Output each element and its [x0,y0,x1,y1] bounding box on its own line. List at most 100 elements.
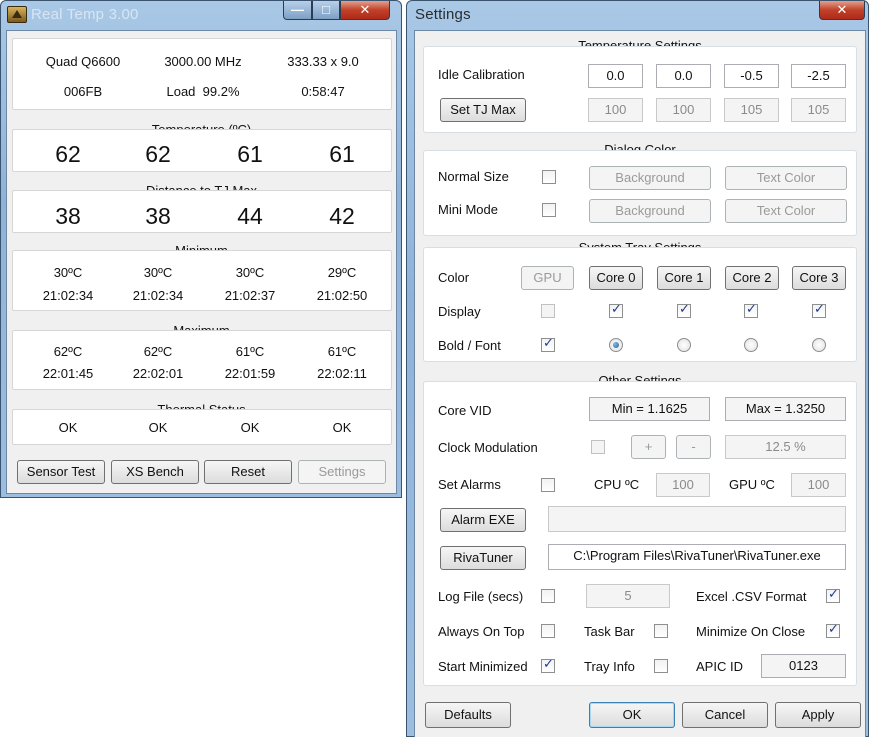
tray-display-core-2-checkbox[interactable] [744,302,758,318]
tray-gpu-button[interactable]: GPU [521,266,574,290]
settings-button[interactable]: Settings [298,460,386,484]
normal-background-button[interactable]: Background [589,166,711,190]
close-button[interactable]: ✕ [340,1,390,20]
clock-modulation-minus-button[interactable]: - [676,435,711,459]
maximum-panel: 62ºC 62ºC 61ºC 61ºC 22:01:45 22:02:01 22… [12,330,392,390]
tj-max-core-1: 100 [656,98,711,122]
settings-titlebar[interactable]: Settings ✕ [407,1,868,29]
cpu-info-panel: Quad Q6600 3000.00 MHz 333.33 x 9.0 006F… [12,38,392,110]
minimum-temp-core-3: 29ºC [327,265,357,280]
thermal-status-core-3: OK [332,420,352,435]
minimum-temp-core-0: 30ºC [53,265,83,280]
tray-display-core-1-checkbox[interactable] [677,302,691,318]
maximum-temp-core-0: 62ºC [53,344,83,359]
realtemp-titlebar[interactable]: Real Temp 3.00 — □ ✕ [1,1,401,29]
clock-modulation-checkbox[interactable] [591,440,605,454]
minimum-panel: 30ºC 30ºC 30ºC 29ºC 21:02:34 21:02:34 21… [12,250,392,311]
distance-panel: 38 38 44 42 [12,190,392,233]
tray-bold-font-checkbox[interactable] [541,336,555,352]
set-alarms-checkbox[interactable] [541,478,555,492]
idle-calibration-core-1[interactable]: 0.0 [656,64,711,88]
mini-text-color-button[interactable]: Text Color [725,199,847,223]
tj-max-core-3: 105 [791,98,846,122]
mini-background-button[interactable]: Background [589,199,711,223]
tray-info-checkbox[interactable] [654,659,668,673]
tray-font-core-3-radio[interactable] [812,338,826,352]
set-tj-max-button[interactable]: Set TJ Max [440,98,526,122]
settings-title: Settings [415,6,471,23]
normal-size-checkbox[interactable] [542,170,556,184]
defaults-button[interactable]: Defaults [425,702,511,728]
always-on-top-checkbox[interactable] [541,624,555,638]
start-minimized-checkbox[interactable] [541,657,555,673]
maximum-temp-core-2: 61ºC [235,344,265,359]
tray-display-label: Display [438,304,481,319]
minimum-time-core-3: 21:02:50 [316,288,368,303]
excel-csv-checkbox[interactable] [826,587,840,603]
realtemp-window: Real Temp 3.00 — □ ✕ Quad Q6600 3000.00 … [0,0,402,498]
cpu-alarm-value[interactable]: 100 [656,473,710,497]
tray-core-2-button[interactable]: Core 2 [725,266,779,290]
tray-bold-font-label: Bold / Font [438,338,501,353]
tray-display-core-0-checkbox[interactable] [609,302,623,318]
reset-button[interactable]: Reset [204,460,292,484]
tray-display-core-3-checkbox[interactable] [812,302,826,318]
maximum-time-core-2: 22:01:59 [224,366,276,381]
tray-font-core-0-radio[interactable] [609,338,623,352]
cancel-button[interactable]: Cancel [682,702,768,728]
maximum-time-core-3: 22:02:11 [317,366,367,381]
mini-mode-checkbox[interactable] [542,203,556,217]
tj-max-core-0: 100 [588,98,643,122]
maximum-temp-core-3: 61ºC [327,344,357,359]
cpu-model: Quad Q6600 [45,54,121,69]
tray-color-label: Color [438,270,470,285]
alarm-exe-path[interactable] [548,506,846,532]
log-file-checkbox[interactable] [541,589,555,603]
sensor-test-button[interactable]: Sensor Test [17,460,105,484]
distance-core-1: 38 [145,203,171,229]
cpu-load: Load 99.2% [143,84,263,99]
excel-csv-label: Excel .CSV Format [696,589,807,604]
alarm-exe-button[interactable]: Alarm EXE [440,508,526,532]
rivatuner-path[interactable]: C:\Program Files\RivaTuner\RivaTuner.exe [548,544,846,570]
maximize-button[interactable]: □ [312,1,340,20]
minimize-button[interactable]: — [283,1,312,20]
tray-core-1-button[interactable]: Core 1 [657,266,711,290]
start-minimized-label: Start Minimized [438,659,528,674]
task-bar-checkbox[interactable] [654,624,668,638]
maximum-temp-core-1: 62ºC [143,344,173,359]
clock-modulation-plus-button[interactable]: + [631,435,666,459]
system-tray-group: Color GPU Core 0 Core 1 Core 2 Core 3 Di… [423,247,857,362]
idle-calibration-core-3[interactable]: -2.5 [791,64,846,88]
ok-button[interactable]: OK [589,702,675,728]
gpu-alarm-value[interactable]: 100 [791,473,846,497]
rivatuner-button[interactable]: RivaTuner [440,546,526,570]
cpu-multiplier: 333.33 x 9.0 [287,54,359,69]
temperature-core-3: 61 [329,141,355,167]
settings-close-button[interactable]: ✕ [819,1,865,20]
dialog-color-group: Normal Size Background Text Color Mini M… [423,150,857,236]
tray-core-3-button[interactable]: Core 3 [792,266,846,290]
normal-text-color-button[interactable]: Text Color [725,166,847,190]
cpu-vid: 006FB [63,84,103,99]
idle-calibration-core-2[interactable]: -0.5 [724,64,779,88]
mini-mode-label: Mini Mode [438,202,498,217]
task-bar-label: Task Bar [584,624,635,639]
xs-bench-button[interactable]: XS Bench [111,460,199,484]
tray-core-0-button[interactable]: Core 0 [589,266,643,290]
core-vid-max: Max = 1.3250 [725,397,846,421]
idle-calibration-label: Idle Calibration [438,67,525,82]
tray-font-core-2-radio[interactable] [744,338,758,352]
log-file-interval[interactable]: 5 [586,584,670,608]
distance-core-0: 38 [55,203,81,229]
tray-font-core-1-radio[interactable] [677,338,691,352]
tray-info-label: Tray Info [584,659,635,674]
tray-display-gpu-checkbox[interactable] [541,304,555,318]
idle-calibration-core-0[interactable]: 0.0 [588,64,643,88]
distance-core-3: 42 [329,203,355,229]
maximum-time-core-0: 22:01:45 [42,366,94,381]
apply-button[interactable]: Apply [775,702,861,728]
minimum-temp-core-1: 30ºC [143,265,173,280]
minimize-on-close-checkbox[interactable] [826,622,840,638]
settings-window: Settings ✕ Temperature Settings Idle Cal… [406,0,869,737]
